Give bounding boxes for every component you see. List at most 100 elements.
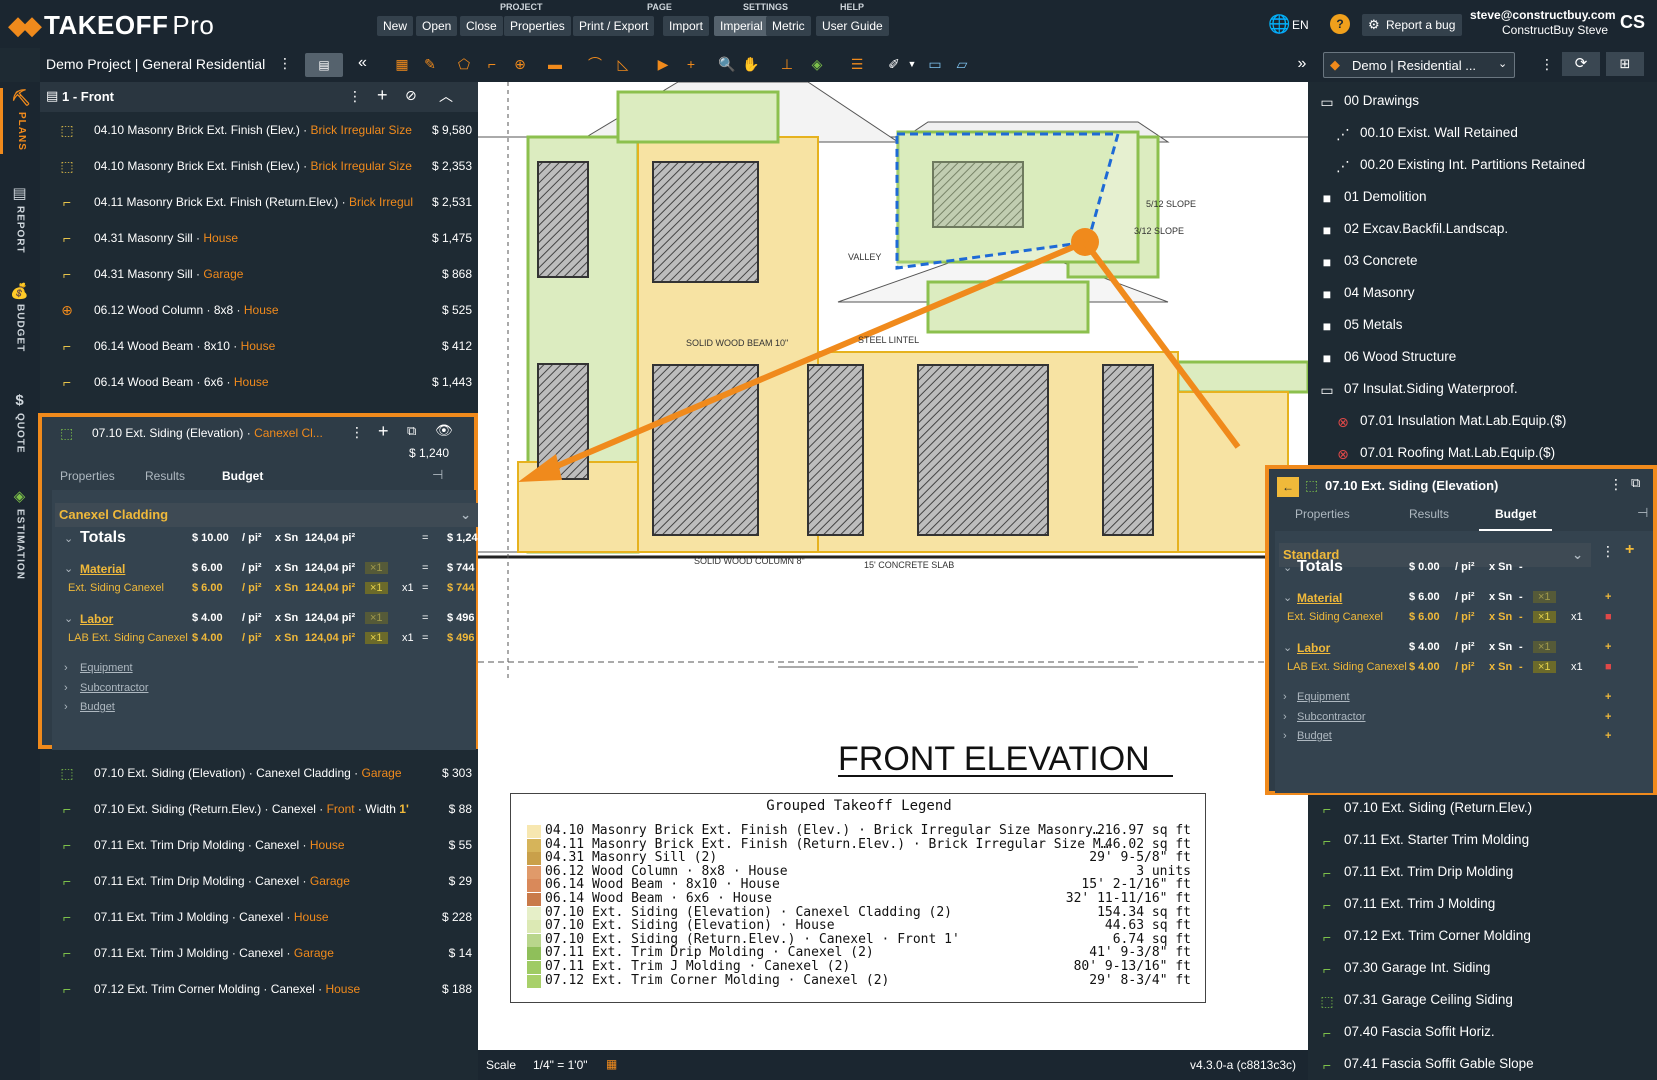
metric-button[interactable]: Metric [766, 16, 811, 36]
chevron-down-icon[interactable]: ⌄ [1283, 561, 1292, 574]
budget-rate[interactable]: $ 4.00 [1409, 641, 1440, 653]
budget-mult[interactable]: ×1 [1533, 641, 1556, 653]
hide-icon[interactable]: ⊘ [405, 87, 417, 104]
catalog-item[interactable]: ■ 04 Masonry [1308, 278, 1657, 310]
chevron-up-icon[interactable]: ︿ [439, 86, 453, 106]
rail-budget[interactable]: 💰 BUDGET [0, 282, 40, 355]
collapse-right-icon[interactable]: » [1293, 55, 1311, 73]
budget-rate[interactable]: $ 4.00 [192, 612, 223, 624]
more-vertical-icon[interactable]: ⋮ [278, 55, 292, 72]
layers-icon[interactable]: ▦ [393, 55, 411, 73]
add-icon[interactable]: + [1605, 591, 1611, 603]
trash-icon[interactable]: ■ [1605, 611, 1612, 623]
budget-row-labor[interactable]: ⌄Labor$ 4.00/ pi²x Sn124,04 pi²×1=$ 496+ [42, 612, 496, 630]
catalog-item[interactable]: ⋰ 00.20 Existing Int. Partitions Retained [1308, 150, 1657, 182]
rail-quote[interactable]: $ QUOTE [0, 392, 40, 457]
comment-icon[interactable]: ▭ [926, 55, 944, 73]
catalog-item[interactable]: ⌐ 07.30 Garage Int. Siding [1308, 953, 1657, 985]
slope-tool-icon[interactable]: ◺ [614, 55, 632, 73]
print-export-button[interactable]: Print / Export [573, 16, 655, 36]
takeoff-row[interactable]: ⌐ 07.11 Ext. Trim Drip Molding · Canexel … [40, 863, 478, 899]
pin-icon[interactable]: ⊣ [1637, 505, 1648, 521]
drawing-canvas[interactable]: FRONT ELEVATION 5/12 SLOPE 3/12 SLOPE VA… [478, 82, 1308, 1050]
new-page-button[interactable]: ▤ [305, 53, 343, 77]
takeoff-row[interactable]: ⌐ 07.12 Ext. Trim Corner Molding · Canexe… [40, 971, 478, 1007]
highlighter-icon[interactable]: ✐ [885, 55, 903, 73]
close-button[interactable]: Close [460, 16, 503, 36]
eye-icon[interactable]: 👁 [435, 422, 453, 439]
trash-icon[interactable]: ■ [1605, 661, 1612, 673]
catalog-item[interactable]: ■ 05 Metals [1308, 310, 1657, 342]
budget-mult[interactable]: ×1 [365, 632, 388, 644]
catalog-item[interactable]: ⌐ 07.11 Ext. Starter Trim Molding [1308, 825, 1657, 857]
catalog-item[interactable]: ⌐ 07.40 Fascia Soffit Horiz. [1308, 1017, 1657, 1049]
help-icon[interactable]: ? [1330, 14, 1350, 34]
takeoff-row[interactable]: ⌐ 06.14 Wood Beam · 8x10 · House $ 412 [40, 328, 478, 364]
more-vertical-icon[interactable]: ⋮ [350, 424, 364, 441]
budget-mult2[interactable]: x1 [402, 632, 414, 644]
catalog-item[interactable]: ⬚ 07.31 Garage Ceiling Siding [1308, 985, 1657, 1017]
takeoff-row[interactable]: ⊕ 06.12 Wood Column · 8x8 · House $ 525 [40, 292, 478, 328]
chevron-down-icon[interactable]: ⌄ [64, 532, 73, 545]
catalog-item[interactable]: ⊗ 07.01 Insulation Mat.Lab.Equip.($) [1308, 406, 1657, 438]
add-icon[interactable]: + [378, 421, 389, 442]
report-bug-button[interactable]: ⚙ Report a bug [1362, 14, 1462, 36]
rectangle-tool-icon[interactable]: ▬ [546, 55, 564, 73]
add-icon[interactable]: + [1605, 641, 1611, 653]
budget-preset-dropdown[interactable]: Canexel Cladding ⌄ [55, 503, 479, 527]
takeoff-row[interactable]: ⌐ 04.31 Masonry Sill · House $ 1,475 [40, 220, 478, 256]
budget-mult[interactable]: ×1 [1533, 661, 1556, 673]
estimation-icon[interactable]: ◈ [808, 55, 826, 73]
zoom-icon[interactable]: 🔍 [718, 55, 736, 73]
new-button[interactable]: New [377, 16, 414, 36]
count-tool-icon[interactable]: ⊕ [511, 55, 529, 73]
budget-rate[interactable]: $ 6.00 [192, 582, 223, 594]
back-arrow-icon[interactable]: ← [1277, 477, 1299, 497]
user-guide-button[interactable]: User Guide [816, 16, 889, 36]
catalog-item[interactable]: ⋰ 00.10 Exist. Wall Retained [1308, 118, 1657, 150]
user-avatar[interactable]: CS [1620, 12, 1645, 33]
takeoff-row[interactable]: ⌐ 06.14 Wood Beam · 6x6 · House $ 1,443 [40, 364, 478, 400]
line-tool-icon[interactable]: ⌐ [483, 55, 501, 73]
budget-rate[interactable]: $ 4.00 [192, 632, 223, 644]
budget-mult[interactable]: ×1 [1533, 611, 1556, 623]
budget-rate[interactable]: $ 10.00 [192, 532, 229, 544]
budget-row-labor-item[interactable]: LAB Ext. Siding Canexel $ 4.00 / pi² x Sn 12… [42, 632, 497, 650]
budget-row-material[interactable]: ⌄ Material $ 6.00 / pi² x Sn - ×1 + [1269, 591, 1657, 609]
play-icon[interactable]: ▶ [654, 55, 672, 73]
catalog-item[interactable]: ⌐ 07.11 Ext. Trim J Molding [1308, 889, 1657, 921]
budget-mult2[interactable]: x1 [402, 582, 414, 594]
chevron-down-icon[interactable]: ⌄ [1283, 591, 1292, 604]
catalog-item[interactable]: ▭ 00 Drawings [1308, 86, 1657, 118]
more-vertical-icon[interactable]: ⋮ [1540, 56, 1554, 73]
takeoff-row[interactable]: ⬚ 04.10 Masonry Brick Ext. Finish (Elev.)… [40, 112, 478, 148]
takeoff-row[interactable]: ⬚ 07.10 Ext. Siding (Elevation) · Canexel… [40, 755, 478, 791]
budget-row-material-item[interactable]: Ext. Siding Canexel $ 6.00 / pi² x Sn - ×1 x1 ■ [1269, 611, 1657, 629]
catalog-item[interactable]: ■ 03 Concrete [1308, 246, 1657, 278]
copy-icon[interactable]: ⧉ [1631, 475, 1640, 491]
catalog-item[interactable]: ⌐ 07.41 Fascia Soffit Gable Slope [1308, 1049, 1657, 1080]
budget-rate[interactable]: $ 6.00 [1409, 611, 1440, 623]
budget-row-totals[interactable]: ⌄ Totals $ 0.00 / pi² x Sn - [1269, 558, 1657, 579]
open-button[interactable]: Open [416, 16, 458, 36]
budget-row-labor-item[interactable]: LAB Ext. Siding Canexel $ 4.00 / pi² x Sn - ×… [1269, 661, 1657, 679]
budget-mult[interactable]: ×1 [365, 612, 388, 624]
list-icon[interactable]: ☰ [848, 55, 866, 73]
catalog-item[interactable]: ■ 02 Excav.Backfil.Landscap. [1308, 214, 1657, 246]
add-icon[interactable]: + [1605, 691, 1611, 703]
budget-rate[interactable]: $ 4.00 [1409, 661, 1440, 673]
globe-icon[interactable]: 🌐 [1268, 14, 1290, 35]
budget-row-material-item[interactable]: Ext. Siding Canexel $ 6.00 / pi² x Sn 124,04… [42, 582, 497, 600]
more-vertical-icon[interactable]: ⋮ [348, 88, 362, 105]
refresh-button[interactable]: ⟳ [1562, 52, 1600, 76]
catalog-item[interactable]: ⌐ 07.11 Ext. Trim Drip Molding [1308, 857, 1657, 889]
budget-row-labor[interactable]: ⌄ Labor $ 4.00 / pi² x Sn - ×1 + [1269, 641, 1657, 659]
rail-plans[interactable]: ⛏ PLANS [0, 88, 40, 154]
add-icon[interactable]: + [1605, 730, 1611, 742]
catalog-item[interactable]: ⌐ 07.10 Ext. Siding (Return.Elev.) [1308, 793, 1657, 825]
takeoff-row[interactable]: ⌐ 07.11 Ext. Trim J Molding · Canexel · H… [40, 899, 478, 935]
chevron-down-icon[interactable]: ▼ [903, 55, 921, 73]
takeoff-row[interactable]: ⌐ 04.11 Masonry Brick Ext. Finish (Return… [40, 184, 478, 220]
tab-budget[interactable]: Budget [1479, 507, 1553, 531]
add-folder-button[interactable]: ⊞ [1606, 52, 1644, 76]
